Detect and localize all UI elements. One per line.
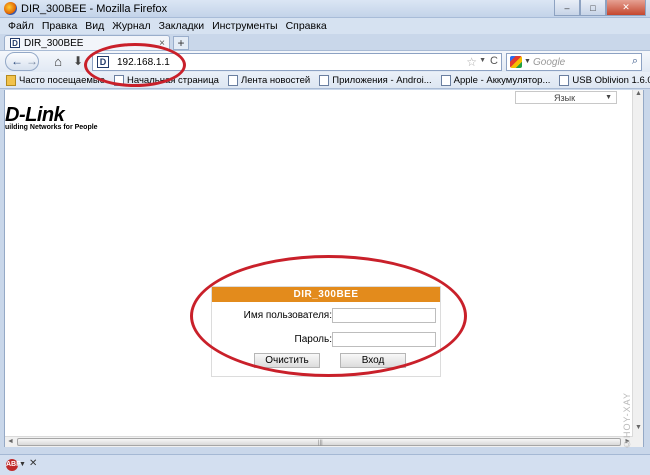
- search-box[interactable]: ▼ Google ⌕: [506, 53, 642, 71]
- search-icon[interactable]: ⌕: [632, 55, 638, 68]
- menu-bar: Файл Правка Вид Журнал Закладки Инструме…: [0, 18, 650, 34]
- folder-icon: [6, 74, 16, 86]
- menu-bookmarks[interactable]: Закладки: [155, 18, 208, 34]
- menu-view[interactable]: Вид: [81, 18, 108, 34]
- maximize-button[interactable]: □: [580, 0, 606, 16]
- title-bar: DIR_300BEE - Mozilla Firefox – □ ✕: [0, 0, 650, 18]
- menu-history[interactable]: Журнал: [108, 18, 154, 34]
- scroll-left-icon[interactable]: ◄: [7, 438, 14, 445]
- language-select-value: Язык: [554, 93, 576, 103]
- back-button[interactable]: ← →: [5, 52, 39, 71]
- page-icon: [559, 74, 570, 86]
- search-placeholder[interactable]: Google: [533, 57, 565, 68]
- adblock-dropdown-icon[interactable]: ▼: [19, 461, 26, 468]
- watermark: ©HOY-XAY: [622, 392, 632, 450]
- url-history-dropdown-icon[interactable]: ▼: [479, 57, 486, 64]
- bookmark-usb-oblivion[interactable]: USB Oblivion 1.6.0.0: [559, 74, 650, 86]
- tab-bar: D DIR_300BEE × +: [0, 34, 650, 51]
- menu-file[interactable]: Файл: [4, 18, 38, 34]
- search-engine-dropdown-icon[interactable]: ▼: [524, 58, 531, 65]
- bookmark-label: USB Oblivion 1.6.0.0: [572, 74, 650, 86]
- firefox-icon: [4, 2, 17, 15]
- horizontal-scrollbar[interactable]: ◄ ||| ►: [5, 436, 633, 447]
- annotation-circle-address-bar: [84, 43, 186, 87]
- google-icon[interactable]: [510, 56, 522, 68]
- status-bar: ABP ▼ ✕: [0, 454, 650, 475]
- menu-edit[interactable]: Правка: [38, 18, 81, 34]
- page-icon: [319, 74, 330, 86]
- language-select[interactable]: Язык ▼: [515, 91, 617, 104]
- bookmark-news-feed[interactable]: Лента новостей: [227, 74, 311, 86]
- window-controls: – □ ✕: [554, 0, 646, 16]
- bookmark-apple-battery[interactable]: Apple - Аккумулятор...: [440, 74, 551, 86]
- scroll-up-icon[interactable]: ▲: [633, 90, 644, 101]
- page-icon: [440, 74, 451, 86]
- adblock-icon[interactable]: ABP: [6, 459, 21, 471]
- bookmark-label: Приложения - Androi...: [332, 74, 432, 86]
- scroll-grip-icon: |||: [318, 440, 323, 446]
- home-icon[interactable]: ⌂: [49, 53, 67, 70]
- reload-icon[interactable]: C: [490, 55, 498, 67]
- forward-arrow-icon[interactable]: →: [26, 53, 38, 70]
- bookmark-android-apps[interactable]: Приложения - Androi...: [319, 74, 432, 86]
- dlink-favicon-icon: D: [10, 38, 20, 48]
- back-arrow-icon: ←: [11, 54, 23, 68]
- new-tab-button[interactable]: +: [173, 36, 189, 50]
- annotation-circle-login-form: [190, 255, 467, 377]
- bookmark-label: Apple - Аккумулятор...: [453, 74, 551, 86]
- minimize-button[interactable]: –: [554, 0, 580, 16]
- close-window-button[interactable]: ✕: [606, 0, 646, 16]
- menu-tools[interactable]: Инструменты: [208, 18, 281, 34]
- bookmark-star-icon[interactable]: ☆: [466, 55, 477, 69]
- window-title: DIR_300BEE - Mozilla Firefox: [21, 3, 168, 15]
- chevron-down-icon: ▼: [605, 94, 612, 101]
- horizontal-scroll-thumb[interactable]: |||: [17, 438, 621, 446]
- rss-icon: [227, 74, 238, 86]
- menu-help[interactable]: Справка: [282, 18, 331, 34]
- bookmark-label: Лента новостей: [240, 74, 311, 86]
- dlink-tagline: uilding Networks for People: [5, 124, 98, 131]
- tab-title: DIR_300BEE: [24, 38, 84, 49]
- close-addon-bar-icon[interactable]: ✕: [29, 458, 37, 469]
